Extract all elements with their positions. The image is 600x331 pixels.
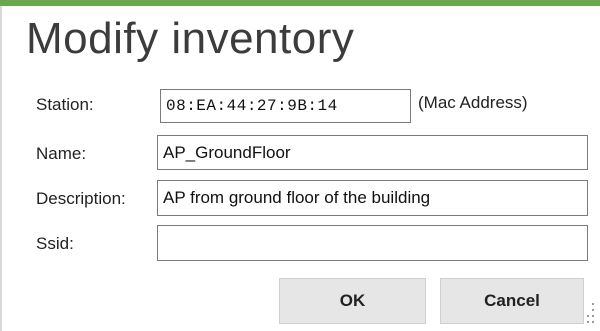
station-label: Station: (36, 95, 94, 114)
mac-address-hint: (Mac Address) (418, 93, 528, 112)
description-field[interactable] (157, 180, 588, 216)
station-mac-field[interactable] (160, 89, 411, 123)
name-label: Name: (36, 144, 87, 163)
ok-button[interactable]: OK (279, 278, 426, 324)
description-label: Description: (36, 189, 126, 208)
resize-grip-icon[interactable] (584, 301, 596, 325)
dialog-border (0, 6, 2, 331)
name-field[interactable] (157, 135, 588, 170)
cancel-button[interactable]: Cancel (440, 278, 584, 324)
ssid-label: Ssid: (36, 234, 74, 253)
title-accent-bar (0, 0, 600, 6)
ssid-field[interactable] (157, 225, 588, 261)
dialog-title: Modify inventory (26, 14, 355, 63)
